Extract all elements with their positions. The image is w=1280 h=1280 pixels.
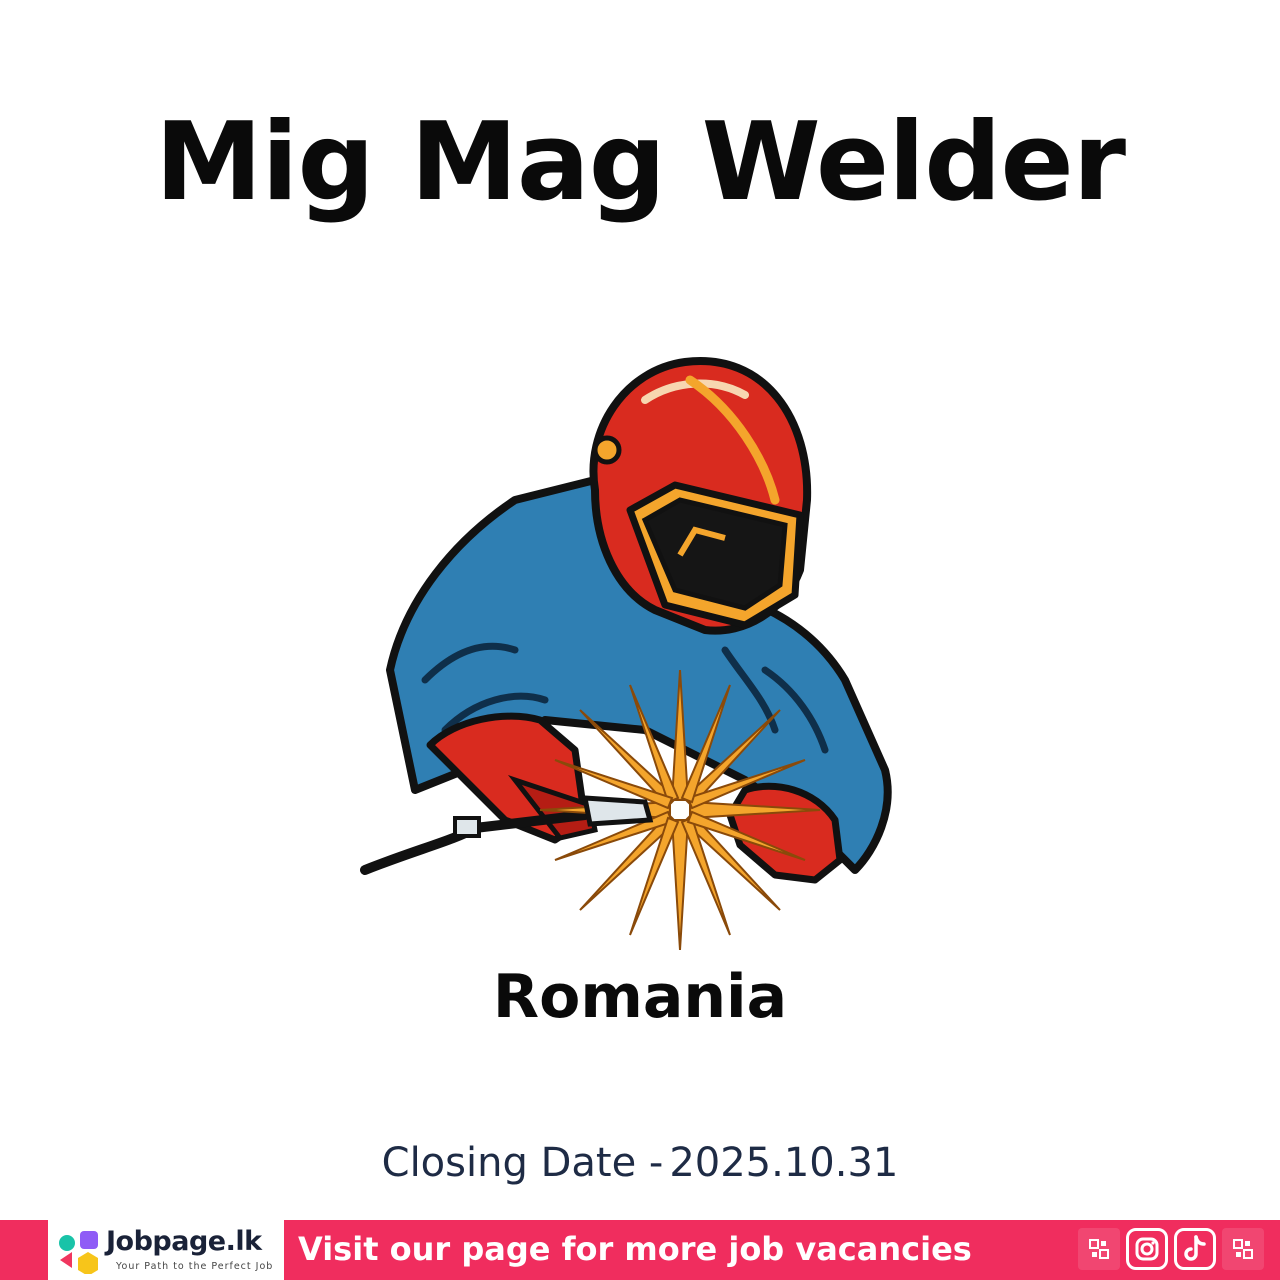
social-links	[1078, 1228, 1264, 1270]
closing-date-value: 2025.10.31	[669, 1140, 899, 1186]
instagram-icon[interactable]	[1126, 1228, 1168, 1270]
brand-tagline: Your Path to the Perfect Job	[116, 1261, 274, 1272]
job-title: Mig Mag Welder	[154, 100, 1126, 225]
brand-name: Jobpage.lk	[106, 1226, 262, 1257]
cta-text: Visit our page for more job vacancies	[298, 1230, 972, 1268]
brand-logo[interactable]: Jobpage.lk Your Path to the Perfect Job	[48, 1220, 284, 1280]
qr-icon[interactable]	[1222, 1228, 1264, 1270]
qr-icon[interactable]	[1078, 1228, 1120, 1270]
closing-date: Closing Date -2025.10.31	[0, 1140, 1280, 1186]
brand-logo-icon	[59, 1231, 98, 1274]
footer-banner: Jobpage.lk Your Path to the Perfect Job …	[0, 1220, 1280, 1280]
closing-date-label: Closing Date -	[381, 1140, 664, 1186]
job-country: Romania	[492, 962, 788, 1032]
welder-illustration	[360, 357, 892, 950]
tiktok-icon[interactable]	[1174, 1228, 1216, 1270]
